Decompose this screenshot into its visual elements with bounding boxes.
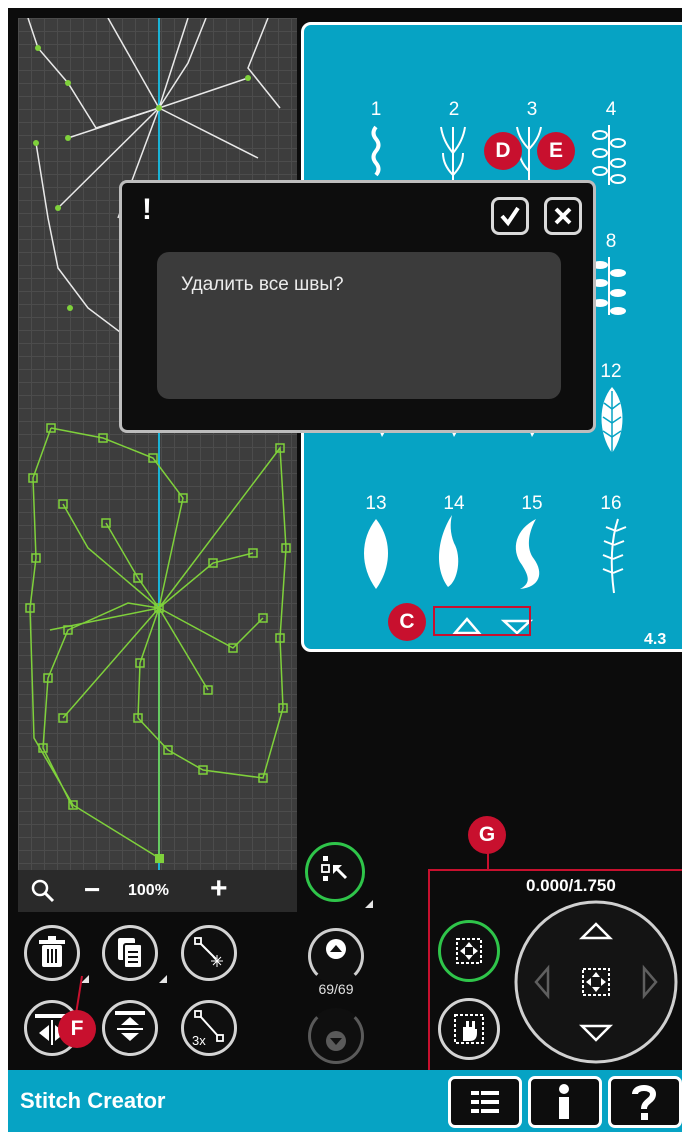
dialog-cancel-button[interactable] bbox=[544, 197, 582, 235]
menu-button[interactable] bbox=[448, 1076, 522, 1128]
arrow-down-icon bbox=[326, 1031, 346, 1051]
stitch-canvas[interactable] bbox=[18, 18, 297, 870]
warning-icon: ! bbox=[142, 193, 152, 226]
callout-e: E bbox=[537, 132, 575, 170]
help-icon bbox=[632, 1085, 657, 1120]
triple-stitch-icon: 3x bbox=[192, 1010, 224, 1048]
trash-icon bbox=[39, 936, 65, 967]
zoom-icon[interactable] bbox=[30, 878, 56, 904]
insert-stitch-button[interactable] bbox=[181, 925, 237, 981]
previous-stitch-button[interactable] bbox=[308, 928, 364, 984]
close-icon bbox=[554, 207, 572, 225]
zoom-level: 100% bbox=[128, 882, 169, 899]
svg-text:3x: 3x bbox=[192, 1033, 206, 1048]
select-point-icon bbox=[321, 856, 348, 881]
copy-icon bbox=[118, 938, 143, 969]
copy-button[interactable] bbox=[102, 925, 158, 981]
zoom-out-button[interactable]: − bbox=[84, 874, 100, 906]
dialog-confirm-button[interactable] bbox=[491, 197, 529, 235]
arrow-up-icon bbox=[326, 939, 346, 959]
zoom-in-button[interactable]: + bbox=[210, 872, 228, 906]
stitch-counter: 69/69 bbox=[318, 981, 354, 997]
callout-g: G bbox=[468, 816, 506, 854]
callout-c-highlight bbox=[433, 606, 531, 636]
delete-all-dialog: ! Удалить все швы? bbox=[119, 180, 596, 433]
select-options-indicator bbox=[365, 900, 373, 908]
dialog-message-box: Удалить все швы? bbox=[157, 252, 561, 399]
footer-bar: Stitch Creator bbox=[8, 1070, 682, 1132]
app-title: Stitch Creator bbox=[20, 1088, 166, 1113]
delete-button[interactable] bbox=[24, 925, 80, 981]
callout-c: C bbox=[388, 603, 426, 641]
info-icon bbox=[559, 1084, 569, 1119]
dialog-message: Удалить все швы? bbox=[181, 274, 344, 295]
machine-screen-frame: − 100% + 3x 69/69 1 2 3 4 8 12 13 14 15 … bbox=[8, 8, 682, 1132]
single-stitch-icon bbox=[194, 937, 223, 967]
help-button[interactable] bbox=[608, 1076, 682, 1128]
callout-f: F bbox=[58, 1010, 96, 1048]
screen: − 100% + 3x 69/69 1 2 3 4 8 12 13 14 15 … bbox=[0, 0, 688, 1140]
info-button[interactable] bbox=[528, 1076, 602, 1128]
menu-list-icon bbox=[471, 1091, 499, 1113]
mirror-end-icon bbox=[115, 1011, 145, 1041]
callout-g-highlight bbox=[428, 869, 682, 1072]
mirror-end-button[interactable] bbox=[102, 1000, 158, 1056]
callout-d: D bbox=[484, 132, 522, 170]
stitch-design-drawing bbox=[25, 18, 291, 870]
copy-options-indicator bbox=[159, 975, 167, 983]
confirm-checkmark-icon bbox=[500, 206, 520, 227]
triple-stitch-button[interactable]: 3x bbox=[181, 1000, 237, 1056]
select-stitch-button[interactable] bbox=[305, 842, 365, 902]
stitch-menu-page: 4.3 bbox=[644, 631, 667, 648]
zoom-bar: − 100% + bbox=[18, 870, 297, 912]
next-stitch-button[interactable] bbox=[308, 1008, 364, 1064]
